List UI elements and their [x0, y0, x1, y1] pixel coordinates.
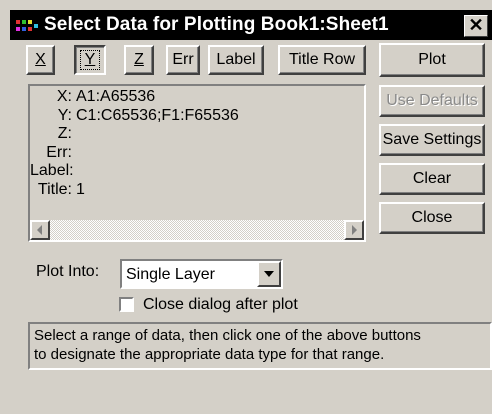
close-after-plot-label: Close dialog after plot [143, 296, 298, 313]
use-defaults-button[interactable]: Use Defaults [379, 85, 485, 117]
close-icon[interactable]: ✕ [464, 15, 488, 37]
title-row-button-label: Title Row [288, 51, 356, 68]
err-button-label: Err [172, 51, 194, 68]
title-bar[interactable]: Select Data for Plotting Book1:Sheet1 ✕ [10, 10, 492, 40]
plot-into-label: Plot Into: [36, 263, 100, 280]
save-settings-button-label: Save Settings [382, 131, 482, 148]
summary-list: X: A1:A65536 Y: C1:C65536;F1:F65536 Z: E… [30, 88, 239, 200]
summary-key: Y: [57, 106, 72, 124]
arrow-left-icon[interactable] [30, 220, 50, 240]
x-button[interactable]: X [26, 45, 55, 75]
plot-button-label: Plot [418, 51, 446, 68]
status-line: to designate the appropriate data type f… [34, 346, 385, 363]
clear-button-label: Clear [412, 170, 452, 187]
z-button-label: Z [134, 51, 144, 68]
err-button[interactable]: Err [166, 45, 200, 75]
x-button-label: X [35, 51, 46, 68]
close-button-label: Close [411, 209, 453, 226]
summary-key: Title: [37, 180, 72, 198]
y-button-label: Y [79, 50, 101, 70]
summary-key: Label: [30, 162, 74, 180]
label-button[interactable]: Label [208, 45, 264, 75]
close-button[interactable]: Close [379, 202, 485, 234]
label-button-label: Label [216, 51, 256, 68]
summary-row-title: Title: 1 [30, 181, 239, 200]
plot-button[interactable]: Plot [379, 43, 485, 77]
spreadsheet-app-icon [16, 20, 38, 31]
summary-row-err: Err: [30, 144, 239, 163]
summary-key: X: [56, 88, 72, 105]
summary-value: A1:A65536 [76, 88, 156, 105]
z-button[interactable]: Z [124, 45, 154, 75]
window-title: Select Data for Plotting Book1:Sheet1 [44, 14, 389, 35]
clear-button[interactable]: Clear [379, 163, 485, 195]
close-after-plot-checkbox[interactable] [119, 297, 134, 312]
dialog-body: X Y Z Err Label Title Row X: A1:A65536 Y… [10, 40, 492, 414]
status-message: Select a range of data, then click one o… [28, 322, 492, 370]
select-data-dialog: Select Data for Plotting Book1:Sheet1 ✕ … [0, 0, 492, 414]
chevron-down-icon[interactable] [257, 261, 281, 287]
summary-value: C1:C65536;F1:F65536 [76, 106, 239, 124]
data-selection-summary: X: A1:A65536 Y: C1:C65536;F1:F65536 Z: E… [28, 84, 366, 242]
horizontal-scrollbar[interactable] [30, 220, 364, 240]
title-row-button[interactable]: Title Row [278, 45, 366, 75]
summary-key: Err: [46, 143, 72, 161]
y-button[interactable]: Y [74, 45, 106, 75]
plot-into-dropdown[interactable]: Single Layer [120, 259, 283, 289]
status-line: Select a range of data, then click one o… [34, 327, 421, 344]
summary-value: 1 [76, 180, 85, 198]
save-settings-button[interactable]: Save Settings [379, 124, 485, 156]
plot-into-value: Single Layer [126, 266, 215, 283]
summary-row-z: Z: [30, 125, 239, 144]
summary-row-x: X: A1:A65536 [30, 88, 239, 107]
summary-row-y: Y: C1:C65536;F1:F65536 [30, 107, 239, 126]
use-defaults-button-label: Use Defaults [386, 92, 478, 109]
summary-key: Z: [57, 125, 72, 143]
arrow-right-icon[interactable] [344, 220, 364, 240]
summary-row-label: Label: [30, 162, 239, 181]
